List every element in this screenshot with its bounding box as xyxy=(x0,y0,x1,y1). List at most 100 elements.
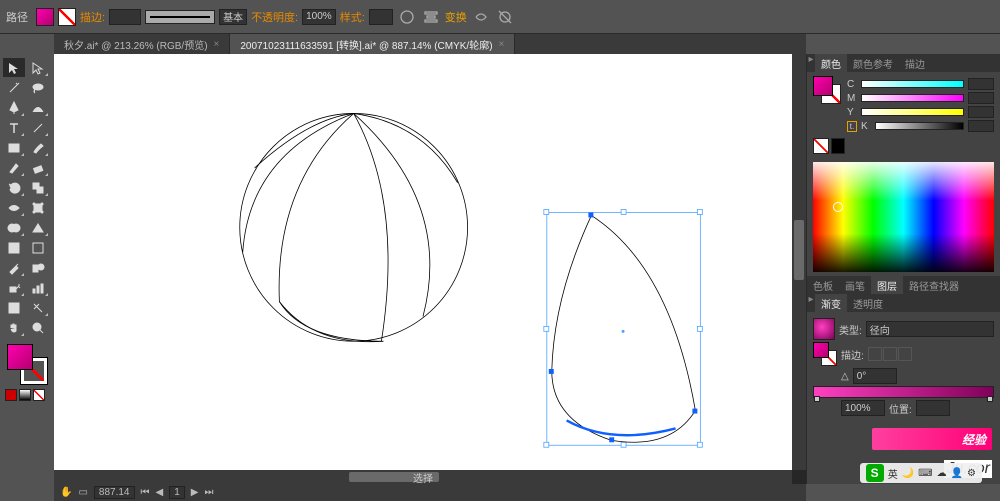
gradient-tool[interactable] xyxy=(27,238,49,257)
mesh-tool[interactable] xyxy=(3,238,25,257)
stroke-profile-dropdown[interactable] xyxy=(145,10,215,24)
nav-last-icon[interactable]: ⏭ xyxy=(204,487,213,498)
slice-tool[interactable] xyxy=(27,298,49,317)
none-mode-icon[interactable] xyxy=(33,389,45,401)
tab-pathfinder[interactable]: 路径查找器 xyxy=(903,276,965,294)
document-tab[interactable]: 20071023111633591 [转换].ai* @ 887.14% (CM… xyxy=(230,34,515,54)
stop-opacity-input[interactable]: 100% xyxy=(841,400,885,416)
ime-moon-icon[interactable]: 🌙 xyxy=(902,468,914,479)
black-slider[interactable] xyxy=(875,122,964,130)
hand-icon[interactable]: ✋ xyxy=(60,487,72,498)
out-of-gamut-icon[interactable]: t. xyxy=(847,121,857,132)
stroke-mode-2-icon[interactable] xyxy=(883,347,897,361)
tab-swatches[interactable]: 色板 xyxy=(807,276,839,294)
transform-link[interactable]: 变换 xyxy=(445,9,467,25)
shape-builder-tool[interactable] xyxy=(3,218,25,237)
selection-tool[interactable] xyxy=(3,58,25,77)
magenta-slider[interactable] xyxy=(861,94,964,102)
line-tool[interactable] xyxy=(27,118,49,137)
scale-tool[interactable] xyxy=(27,178,49,197)
ime-cloud-icon[interactable]: ☁ xyxy=(937,468,947,479)
stroke-mode-3-icon[interactable] xyxy=(898,347,912,361)
cyan-input[interactable] xyxy=(968,78,994,90)
color-spectrum[interactable] xyxy=(813,162,994,272)
artboard-tool[interactable] xyxy=(3,298,25,317)
tab-stroke[interactable]: 描边 xyxy=(899,54,931,72)
hand-tool[interactable] xyxy=(3,318,25,337)
eraser-tool[interactable] xyxy=(27,158,49,177)
ime-keyboard-icon[interactable]: ⌨ xyxy=(918,468,932,479)
eyedropper-tool[interactable] xyxy=(3,258,25,277)
magic-wand-tool[interactable] xyxy=(3,78,25,97)
curvature-tool[interactable] xyxy=(27,98,49,117)
perspective-grid-tool[interactable] xyxy=(27,218,49,237)
profile-label[interactable]: 基本 xyxy=(219,9,247,25)
stroke-mode-1-icon[interactable] xyxy=(868,347,882,361)
document-tab[interactable]: 秋夕.ai* @ 213.26% (RGB/预览) × xyxy=(54,34,230,54)
artboard-index[interactable]: 1 xyxy=(169,486,185,499)
blend-tool[interactable] xyxy=(27,258,49,277)
tab-layers[interactable]: 图层 xyxy=(871,276,903,294)
artboard-nav-icon[interactable]: ▭ xyxy=(78,487,87,498)
close-tab-icon[interactable]: × xyxy=(214,39,220,50)
tab-color[interactable]: 颜色 xyxy=(815,54,847,72)
isolate-icon[interactable] xyxy=(495,7,515,27)
close-tab-icon[interactable]: × xyxy=(499,39,505,50)
cyan-slider[interactable] xyxy=(861,80,964,88)
nav-next-icon[interactable]: ▶ xyxy=(191,487,199,498)
opacity-input[interactable]: 100% xyxy=(302,9,336,25)
nav-prev-icon[interactable]: ◀ xyxy=(156,487,164,498)
tab-transparency[interactable]: 透明度 xyxy=(847,294,889,312)
gradient-type-dropdown[interactable]: 径向 xyxy=(866,321,994,337)
tab-color-guide[interactable]: 颜色参考 xyxy=(847,54,899,72)
type-tool[interactable] xyxy=(3,118,25,137)
rectangle-tool[interactable] xyxy=(3,138,25,157)
recolor-icon[interactable] xyxy=(397,7,417,27)
horizontal-scrollbar[interactable]: 选择 xyxy=(54,470,792,484)
fill-swatch[interactable] xyxy=(36,8,54,26)
lasso-tool[interactable] xyxy=(27,78,49,97)
collapse-icon[interactable]: ▸ xyxy=(807,54,815,72)
spectrum-picker-icon[interactable] xyxy=(833,202,843,212)
yellow-input[interactable] xyxy=(968,106,994,118)
ime-toolbar[interactable]: S 英 🌙 ⌨ ☁ 👤 ⚙ xyxy=(860,463,982,483)
angle-input[interactable]: 0° xyxy=(853,368,897,384)
gradient-preview[interactable] xyxy=(813,318,835,340)
black-input[interactable] xyxy=(968,120,994,132)
fill-swatch-mini[interactable] xyxy=(813,76,833,96)
stroke-weight-input[interactable] xyxy=(109,9,141,25)
symbol-sprayer-tool[interactable] xyxy=(3,278,25,297)
nav-first-icon[interactable]: ⏮ xyxy=(141,487,150,498)
yellow-slider[interactable] xyxy=(861,108,964,116)
magenta-input[interactable] xyxy=(968,92,994,104)
grad-fill-mini[interactable] xyxy=(813,342,829,358)
gradient-ramp[interactable] xyxy=(813,386,994,398)
color-mode-icon[interactable] xyxy=(5,389,17,401)
free-transform-tool[interactable] xyxy=(27,198,49,217)
tab-gradient[interactable]: 渐变 xyxy=(815,294,847,312)
graph-tool[interactable] xyxy=(27,278,49,297)
artboard[interactable] xyxy=(54,54,792,470)
ime-settings-icon[interactable]: ⚙ xyxy=(967,468,976,479)
shape-mode-icon[interactable] xyxy=(471,7,491,27)
fill-stroke-swatches[interactable] xyxy=(7,344,47,384)
gradient-mode-icon[interactable] xyxy=(19,389,31,401)
pen-tool[interactable] xyxy=(3,98,25,117)
style-dropdown[interactable] xyxy=(369,9,393,25)
zoom-input[interactable]: 887.14 xyxy=(94,486,135,499)
none-color-icon[interactable] xyxy=(813,138,829,154)
black-swatch[interactable] xyxy=(831,138,845,154)
collapse-icon[interactable]: ▸ xyxy=(807,294,815,312)
stroke-swatch[interactable] xyxy=(58,8,76,26)
vertical-scrollbar[interactable] xyxy=(792,54,806,470)
direct-selection-tool[interactable] xyxy=(27,58,49,77)
pencil-tool[interactable] xyxy=(3,158,25,177)
ime-lang[interactable]: 英 xyxy=(888,466,898,481)
align-icon[interactable] xyxy=(421,7,441,27)
paintbrush-tool[interactable] xyxy=(27,138,49,157)
tab-brushes[interactable]: 画笔 xyxy=(839,276,871,294)
location-input[interactable] xyxy=(916,400,950,416)
ime-user-icon[interactable]: 👤 xyxy=(951,468,963,479)
zoom-tool[interactable] xyxy=(27,318,49,337)
width-tool[interactable] xyxy=(3,198,25,217)
